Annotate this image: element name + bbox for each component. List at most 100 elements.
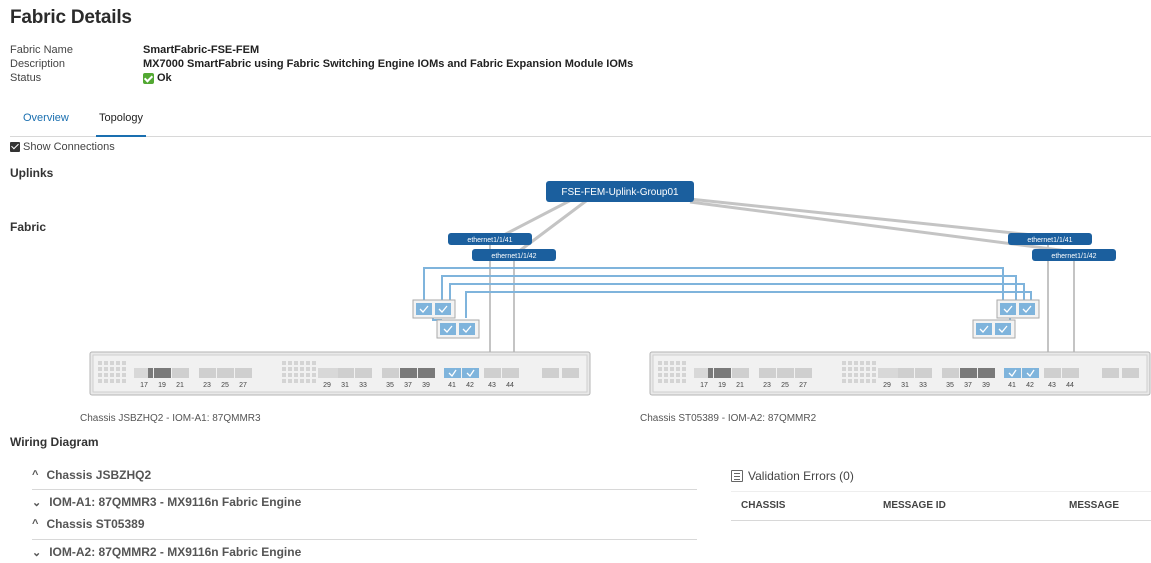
switch-port-label: 42 (1026, 382, 1034, 389)
switch-port[interactable] (337, 368, 354, 378)
left-port-41[interactable]: ethernet1/1/41 (448, 233, 532, 245)
switch-port[interactable] (777, 368, 794, 378)
right-port-42-label: ethernet1/1/42 (1051, 253, 1096, 260)
switch-port[interactable] (217, 368, 234, 378)
switch-port-label: 33 (919, 382, 927, 389)
left-port-42[interactable]: ethernet1/1/42 (472, 249, 556, 261)
switch-port[interactable] (1022, 368, 1039, 378)
switch-port[interactable] (172, 368, 189, 378)
uplink-connections (499, 196, 1076, 254)
switch-port[interactable] (444, 368, 461, 378)
chevron-down-icon: ⌄ (32, 496, 42, 509)
switch-port[interactable] (942, 368, 959, 378)
wiring-chassis-row-2[interactable]: ^ Chassis ST05389 (32, 517, 697, 531)
switch-port-label: 25 (221, 382, 229, 389)
switch-port[interactable] (235, 368, 252, 378)
right-port-41-label: ethernet1/1/41 (1027, 237, 1072, 244)
switch-port[interactable] (978, 368, 995, 378)
switch-port-label: 44 (506, 382, 514, 389)
chevron-down-icon: ⌄ (32, 546, 42, 559)
switch-port-label: 17 (700, 382, 708, 389)
switch-port[interactable] (732, 368, 749, 378)
wiring-item-label: IOM-A2: 87QMMR2 - MX9116n Fabric Engine (49, 545, 302, 559)
switch-port-label: 35 (386, 382, 394, 389)
chevron-up-icon: ^ (32, 469, 39, 481)
left-chassis-label: Chassis JSBZHQ2 - IOM-A1: 87QMMR3 (80, 413, 261, 424)
topology-diagram: FSE-FEM-Uplink-Group01 ethernet1/1/41 et… (80, 181, 1151, 424)
switch-port[interactable] (759, 368, 776, 378)
right-port-42[interactable]: ethernet1/1/42 (1032, 249, 1116, 261)
column-header-chassis[interactable]: CHASSIS (741, 500, 785, 511)
wiring-item-label: Chassis JSBZHQ2 (46, 468, 152, 482)
switch-port[interactable] (355, 368, 372, 378)
divider (32, 489, 697, 490)
fabric-links (423, 267, 1032, 323)
switch-port[interactable] (897, 368, 914, 378)
switch-port[interactable] (1062, 368, 1079, 378)
switch-port-label: 44 (1066, 382, 1074, 389)
switch-port-label: 21 (736, 382, 744, 389)
switch-port-label: 29 (883, 382, 891, 389)
switch-port-label: 39 (982, 382, 990, 389)
list-icon (731, 470, 743, 482)
left-port-42-label: ethernet1/1/42 (491, 253, 536, 260)
wiring-iom-row-1[interactable]: ⌄ IOM-A1: 87QMMR3 - MX9116n Fabric Engin… (32, 495, 697, 509)
switch-port[interactable] (462, 368, 479, 378)
left-fem-modules[interactable] (412, 299, 480, 339)
switch-port-label: 33 (359, 382, 367, 389)
wiring-item-label: IOM-A1: 87QMMR3 - MX9116n Fabric Engine (49, 495, 302, 509)
port-down-lines (489, 244, 1075, 368)
switch-port-label: 27 (239, 382, 247, 389)
switch-port-label: 37 (964, 382, 972, 389)
switch-port[interactable] (960, 368, 977, 378)
column-header-message[interactable]: MESSAGE (1069, 500, 1119, 511)
switch-port[interactable] (714, 368, 731, 378)
fabric-link (465, 291, 1032, 318)
switch-port-label: 17 (140, 382, 148, 389)
divider (32, 539, 697, 540)
switch-port-label: 37 (404, 382, 412, 389)
switch-port[interactable] (418, 368, 435, 378)
switch-port[interactable] (915, 368, 932, 378)
switch-port[interactable] (1004, 368, 1021, 378)
right-chassis-label: Chassis ST05389 - IOM-A2: 87QMMR2 (640, 413, 817, 424)
right-port-41[interactable]: ethernet1/1/41 (1008, 233, 1092, 245)
switch-port-label: 42 (466, 382, 474, 389)
wiring-chassis-row-1[interactable]: ^ Chassis JSBZHQ2 (32, 468, 697, 482)
validation-errors-title: Validation Errors (0) (731, 469, 854, 483)
switch-port-label: 19 (718, 382, 726, 389)
switch-port-label: 41 (1008, 382, 1016, 389)
switch-port-label: 21 (176, 382, 184, 389)
wiring-diagram-title: Wiring Diagram (10, 435, 99, 449)
switch-port-label: 31 (901, 382, 909, 389)
switch-port[interactable] (795, 368, 812, 378)
switch-port-label: 29 (323, 382, 331, 389)
switch-port-label: 39 (422, 382, 430, 389)
switch-port-label: 27 (799, 382, 807, 389)
left-switch-chassis[interactable]: 17 19 21 23 25 27 29 31 33 35 37 39 41 42 43 44 (89, 351, 591, 396)
switch-port[interactable] (1044, 368, 1061, 378)
wiring-iom-row-2[interactable]: ⌄ IOM-A2: 87QMMR2 - MX9116n Fabric Engin… (32, 545, 697, 559)
chevron-up-icon: ^ (32, 518, 39, 530)
right-fem-modules[interactable] (972, 299, 1040, 339)
switch-port[interactable] (484, 368, 501, 378)
column-header-message-id[interactable]: MESSAGE ID (883, 500, 946, 511)
switch-port[interactable] (199, 368, 216, 378)
validation-errors-label: Validation Errors (0) (748, 469, 854, 483)
switch-port[interactable] (154, 368, 171, 378)
switch-port-label: 25 (781, 382, 789, 389)
uplink-group-label: FSE-FEM-Uplink-Group01 (561, 187, 679, 198)
switch-port-label: 43 (488, 382, 496, 389)
switch-port-label: 31 (341, 382, 349, 389)
switch-port[interactable] (502, 368, 519, 378)
switch-port-label: 43 (1048, 382, 1056, 389)
validation-errors-table: CHASSIS MESSAGE ID MESSAGE (731, 491, 1151, 521)
switch-port-label: 35 (946, 382, 954, 389)
switch-port-label: 19 (158, 382, 166, 389)
fabric-link (423, 267, 1004, 303)
right-switch-chassis[interactable]: 17 19 21 23 25 27 29 31 33 35 37 39 41 42 43 44 (649, 351, 1151, 396)
wiring-item-label: Chassis ST05389 (46, 517, 145, 531)
switch-port[interactable] (382, 368, 399, 378)
switch-port[interactable] (400, 368, 417, 378)
uplink-group-node[interactable]: FSE-FEM-Uplink-Group01 (546, 181, 694, 202)
